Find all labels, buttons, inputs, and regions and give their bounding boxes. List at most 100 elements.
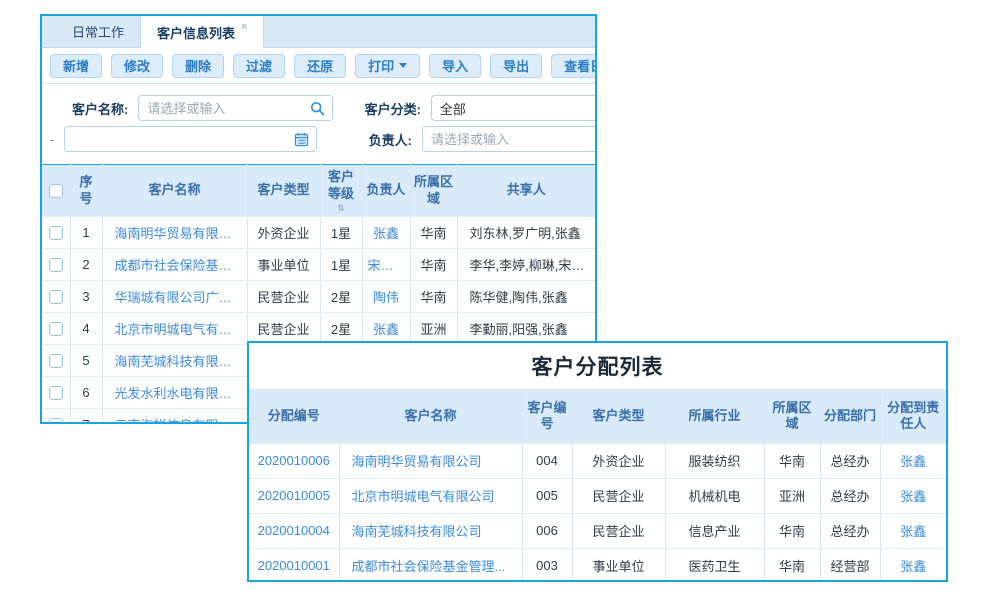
customer-type-cell: 民营企业 <box>247 281 320 313</box>
owner-input[interactable] <box>431 132 582 147</box>
customer-name-link[interactable]: 云南海祥信息有限公司 <box>102 409 247 425</box>
date-box <box>64 126 316 152</box>
owner-link[interactable]: 陶伟 <box>362 281 410 313</box>
customer-name-link[interactable]: 海南明华贸易有限公司 <box>102 217 247 249</box>
table-row[interactable]: 1 海南明华贸易有限公司 外资企业 1星 张鑫 华南 刘东林,罗广明,张鑫 <box>42 217 595 249</box>
row-checkbox[interactable] <box>49 354 63 368</box>
industry-cell: 医药卫生 <box>665 548 764 582</box>
sort-icon[interactable]: ⇅ <box>324 204 359 212</box>
assignee-link[interactable]: 张鑫 <box>880 548 946 582</box>
row-number: 6 <box>70 377 102 409</box>
customer-name-link[interactable]: 海南明华贸易有限公司 <box>339 443 522 478</box>
alloc-no-link[interactable]: 2020010004 <box>249 513 339 548</box>
customer-name-link[interactable]: 海南芜城科技有限公司 <box>102 345 247 377</box>
row-checkbox[interactable] <box>49 226 63 240</box>
restore-button[interactable]: 还原 <box>294 54 346 78</box>
header-customer-level[interactable]: 客户等级 ⇅ <box>320 165 362 217</box>
search-icon[interactable] <box>310 101 325 121</box>
industry-cell: 信息产业 <box>665 513 764 548</box>
customer-name-link[interactable]: 成都市社会保险基金管理... <box>102 249 247 281</box>
alloc-no-link[interactable]: 2020010001 <box>249 548 339 582</box>
row-number: 4 <box>70 313 102 345</box>
row-checkbox-cell <box>42 313 70 345</box>
view-log-button[interactable]: 查看日志 <box>551 54 597 78</box>
table-row[interactable]: 4 北京市明城电气有限公司 民营企业 2星 张鑫 亚洲 李勤丽,阳强,张鑫 <box>42 313 595 345</box>
assignee-link[interactable]: 张鑫 <box>880 513 946 548</box>
row-checkbox-cell <box>42 409 70 425</box>
owner-link[interactable]: 张鑫 <box>362 217 410 249</box>
calendar-icon[interactable] <box>294 132 309 152</box>
table-header-row: 序号 客户名称 客户类型 客户等级 ⇅ 负责人 所属区域 共享人 <box>42 165 595 217</box>
customer-name-search-box <box>138 95 332 121</box>
row-number: 1 <box>70 217 102 249</box>
header-share: 共享人 <box>457 165 595 217</box>
share-cell: 陈华健,陶伟,张鑫 <box>457 281 595 313</box>
customer-name-link[interactable]: 北京市明城电气有限公司 <box>102 313 247 345</box>
share-cell: 刘东林,罗广明,张鑫 <box>457 217 595 249</box>
header-industry: 所属行业 <box>665 389 764 443</box>
chevron-down-icon <box>399 63 407 68</box>
header-alloc-no: 分配编号 <box>249 389 339 443</box>
assignee-link[interactable]: 张鑫 <box>880 478 946 513</box>
tab-customer-info-list[interactable]: 客户信息列表 × <box>140 16 264 48</box>
alloc-no-link[interactable]: 2020010005 <box>249 478 339 513</box>
customer-name-input[interactable] <box>147 101 305 116</box>
customer-category-select[interactable] <box>431 95 597 121</box>
share-cell: 李勤丽,阳强,张鑫 <box>457 313 595 345</box>
table-row[interactable]: 2020010006 海南明华贸易有限公司 004 外资企业 服装纺织 华南 总… <box>249 443 946 478</box>
import-button[interactable]: 导入 <box>429 54 481 78</box>
row-checkbox-cell <box>42 377 70 409</box>
dept-cell: 总经办 <box>820 478 880 513</box>
owner-search-box <box>422 126 597 152</box>
customer-name-link[interactable]: 光发水利水电有限公司 <box>102 377 247 409</box>
row-number: 3 <box>70 281 102 313</box>
header-no: 序号 <box>70 165 102 217</box>
tab-daily-work[interactable]: 日常工作 <box>56 16 140 47</box>
alloc-no-link[interactable]: 2020010006 <box>249 443 339 478</box>
owner-link[interactable]: 张鑫 <box>362 313 410 345</box>
delete-button[interactable]: 删除 <box>172 54 224 78</box>
customer-type-cell: 民营企业 <box>247 313 320 345</box>
customer-name-link[interactable]: 华瑞城有限公司广告设计部 <box>102 281 247 313</box>
tab-bar: 日常工作 客户信息列表 × <box>42 16 595 48</box>
close-icon[interactable]: × <box>241 21 247 33</box>
row-checkbox[interactable] <box>49 418 63 424</box>
filter-section: 客户名称: 客户分类: - <box>42 84 595 164</box>
customer-no-cell: 006 <box>522 513 572 548</box>
table-row[interactable]: 2020010005 北京市明城电气有限公司 005 民营企业 机械机电 亚洲 … <box>249 478 946 513</box>
customer-name-link[interactable]: 海南芜城科技有限公司 <box>339 513 522 548</box>
owner-link[interactable]: 宋浩然 <box>362 249 410 281</box>
table-row[interactable]: 3 华瑞城有限公司广告设计部 民营企业 2星 陶伟 华南 陈华健,陶伟,张鑫 <box>42 281 595 313</box>
date-input[interactable] <box>73 132 289 147</box>
header-customer-type: 客户类型 <box>247 165 320 217</box>
desktop-canvas: 日常工作 客户信息列表 × 新增 修改 删除 过滤 还原 打印 导入 导出 查看… <box>0 0 1000 600</box>
print-button[interactable]: 打印 <box>355 54 420 78</box>
row-checkbox[interactable] <box>49 290 63 304</box>
owner-label: 负责人: <box>369 130 412 149</box>
toolbar: 新增 修改 删除 过滤 还原 打印 导入 导出 查看日志 <box>42 48 595 84</box>
add-button[interactable]: 新增 <box>50 54 102 78</box>
customer-level-cell: 1星 <box>320 249 362 281</box>
region-cell: 华南 <box>764 513 820 548</box>
customer-no-cell: 005 <box>522 478 572 513</box>
header-customer-name: 客户名称 <box>102 165 247 217</box>
customer-name-link[interactable]: 北京市明城电气有限公司 <box>339 478 522 513</box>
assignee-link[interactable]: 张鑫 <box>880 443 946 478</box>
table-row[interactable]: 2020010004 海南芜城科技有限公司 006 民营企业 信息产业 华南 总… <box>249 513 946 548</box>
edit-button[interactable]: 修改 <box>111 54 163 78</box>
table-row[interactable]: 2020010001 成都市社会保险基金管理... 003 事业单位 医药卫生 … <box>249 548 946 582</box>
table-row[interactable]: 2 成都市社会保险基金管理... 事业单位 1星 宋浩然 华南 李华,李婷,柳琳… <box>42 249 595 281</box>
region-cell: 华南 <box>764 548 820 582</box>
export-button[interactable]: 导出 <box>490 54 542 78</box>
select-all-checkbox[interactable] <box>49 184 63 198</box>
tab-label: 客户信息列表 <box>157 23 235 42</box>
customer-type-cell: 民营企业 <box>572 513 665 548</box>
row-checkbox[interactable] <box>49 258 63 272</box>
customer-category-value[interactable] <box>440 101 582 116</box>
customer-level-cell: 2星 <box>320 313 362 345</box>
row-checkbox[interactable] <box>49 386 63 400</box>
date-range-separator: - <box>50 132 54 147</box>
filter-button[interactable]: 过滤 <box>233 54 285 78</box>
row-checkbox[interactable] <box>49 322 63 336</box>
customer-name-link[interactable]: 成都市社会保险基金管理... <box>339 548 522 582</box>
